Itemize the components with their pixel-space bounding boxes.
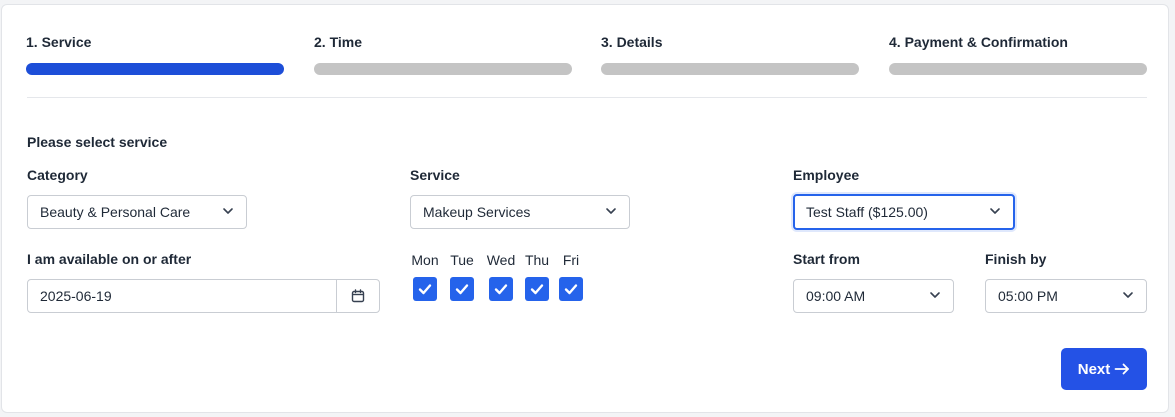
step-time[interactable]: 2. Time [314,33,572,75]
day-tue: Tue [447,251,477,301]
next-button-label: Next [1077,360,1111,378]
day-checkbox[interactable] [525,277,549,301]
calendar-icon [351,289,365,303]
step-label: 1. Service [26,34,92,50]
booking-card: 1. Service 2. Time 3. Details 4. Payment… [1,4,1169,413]
step-progress-bar [601,63,859,75]
availability-date-value: 2025-06-19 [40,288,112,304]
availability-label: I am available on or after [27,251,192,267]
day-checkbox[interactable] [450,277,474,301]
step-progress-bar [314,63,572,75]
finish-by-label: Finish by [985,251,1047,267]
day-checkbox[interactable] [489,277,513,301]
chevron-down-icon [930,292,940,298]
service-select[interactable]: Makeup Services [410,195,630,229]
start-from-value: 09:00 AM [806,288,866,304]
start-from-label: Start from [793,251,860,267]
day-label: Fri [562,252,580,268]
step-payment[interactable]: 4. Payment & Confirmation [889,33,1147,75]
service-label: Service [410,167,460,183]
calendar-button[interactable] [336,280,379,312]
check-icon [494,284,508,295]
chevron-down-icon [606,208,616,214]
day-label: Tue [450,252,474,268]
category-value: Beauty & Personal Care [40,204,191,220]
day-checkbox[interactable] [413,277,437,301]
chevron-down-icon [223,208,233,214]
availability-date-input[interactable]: 2025-06-19 [27,279,380,313]
step-label: 2. Time [314,34,362,50]
step-progress-bar [26,63,284,75]
day-wed: Wed [484,251,518,301]
step-label: 4. Payment & Confirmation [889,34,1068,50]
category-label: Category [27,167,88,183]
check-icon [418,284,432,295]
day-label: Mon [411,252,439,268]
step-label: 3. Details [601,34,663,50]
employee-value: Test Staff ($125.00) [806,204,928,220]
start-from-select[interactable]: 09:00 AM [793,279,954,313]
finish-by-value: 05:00 PM [998,288,1058,304]
day-label: Thu [524,252,550,268]
step-progress-bar [889,63,1147,75]
check-icon [564,284,578,295]
next-button[interactable]: Next [1061,348,1147,390]
chevron-down-icon [1123,292,1133,298]
step-service[interactable]: 1. Service [26,33,284,75]
step-details[interactable]: 3. Details [601,33,859,75]
day-label: Wed [486,252,516,268]
day-thu: Thu [522,251,552,301]
chevron-down-icon [990,208,1000,214]
day-fri: Fri [556,251,586,301]
category-select[interactable]: Beauty & Personal Care [27,195,247,229]
day-checkbox[interactable] [559,277,583,301]
employee-select[interactable]: Test Staff ($125.00) [793,194,1015,230]
service-value: Makeup Services [423,204,531,220]
finish-by-select[interactable]: 05:00 PM [985,279,1147,313]
day-mon: Mon [410,251,440,301]
arrow-right-icon [1114,363,1130,375]
divider [27,97,1147,98]
check-icon [455,284,469,295]
section-title: Please select service [27,134,168,150]
check-icon [530,284,544,295]
employee-label: Employee [793,167,860,183]
